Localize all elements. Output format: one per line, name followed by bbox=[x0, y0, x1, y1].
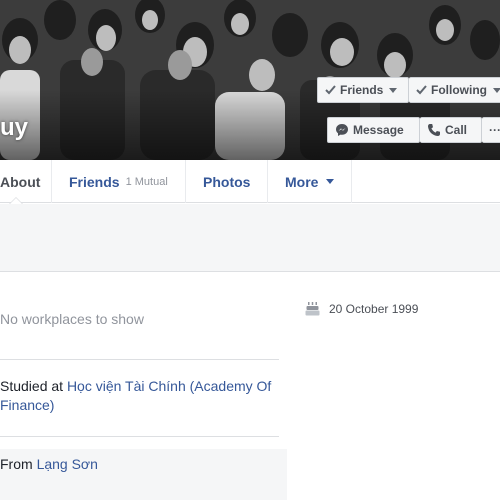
birthday-info: 20 October 1999 bbox=[305, 301, 418, 316]
work-info: No workplaces to show bbox=[0, 311, 144, 327]
about-header-band bbox=[0, 204, 500, 272]
divider bbox=[0, 436, 279, 437]
mutual-friends-count: 1 Mutual bbox=[125, 175, 168, 188]
hometown-info: From Lạng Sơn bbox=[0, 455, 279, 474]
profile-name[interactable]: uy bbox=[0, 114, 28, 142]
divider bbox=[0, 359, 279, 360]
hometown-prefix: From bbox=[0, 456, 37, 472]
tab-more-label: More bbox=[285, 173, 319, 190]
call-button-label: Call bbox=[445, 123, 468, 137]
education-prefix: Studied at bbox=[0, 378, 67, 394]
tab-photos-label: Photos bbox=[203, 173, 251, 190]
message-button[interactable]: Message bbox=[327, 117, 420, 143]
chevron-down-icon bbox=[389, 87, 398, 93]
cover-photo[interactable]: uy Friends Following Message Call ··· bbox=[0, 0, 500, 160]
tab-friends-label: Friends bbox=[69, 173, 120, 190]
tab-friends[interactable]: Friends 1 Mutual bbox=[52, 160, 186, 203]
friends-button-label: Friends bbox=[340, 83, 384, 97]
check-icon bbox=[416, 85, 427, 95]
messenger-icon bbox=[336, 124, 348, 136]
following-button-label: Following bbox=[431, 83, 487, 97]
more-options-button[interactable]: ··· bbox=[482, 117, 500, 143]
education-info: Studied at Học viện Tài Chính (Academy O… bbox=[0, 377, 279, 415]
chevron-down-icon bbox=[326, 179, 335, 184]
more-options-label: ··· bbox=[489, 123, 500, 137]
birthday-date: 20 October 1999 bbox=[329, 301, 419, 316]
message-button-label: Message bbox=[353, 123, 404, 137]
phone-icon bbox=[428, 124, 440, 136]
birthday-cake-icon bbox=[305, 302, 320, 316]
following-button[interactable]: Following bbox=[409, 77, 500, 103]
tab-photos[interactable]: Photos bbox=[186, 160, 268, 203]
hometown-link[interactable]: Lạng Sơn bbox=[37, 456, 98, 472]
friends-button[interactable]: Friends bbox=[317, 77, 409, 103]
tab-more[interactable]: More bbox=[268, 160, 352, 203]
call-button[interactable]: Call bbox=[420, 117, 482, 143]
tab-about[interactable]: About bbox=[0, 160, 52, 204]
profile-nav-tabs: About Friends 1 Mutual Photos More bbox=[0, 160, 500, 204]
chevron-down-icon bbox=[493, 87, 500, 93]
tab-about-label: About bbox=[0, 173, 41, 190]
check-icon bbox=[325, 85, 336, 95]
